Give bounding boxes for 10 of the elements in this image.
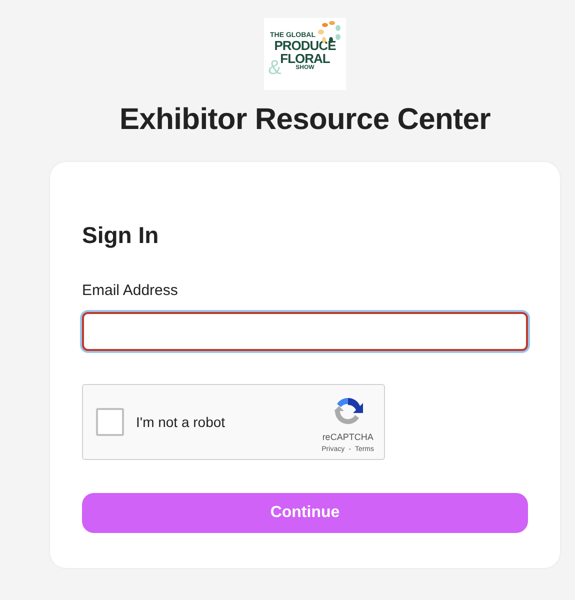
captcha-brand: reCAPTCHA [322, 431, 374, 444]
captcha-checkbox[interactable] [96, 408, 124, 436]
field-label: Email Address [82, 280, 179, 301]
page-title: Exhibitor Resource Center [118, 102, 492, 138]
captcha-label: I'm not a robot [136, 412, 226, 432]
form-title: Sign In [82, 222, 160, 250]
logo-text: & [268, 58, 282, 78]
email-field[interactable] [82, 312, 528, 352]
logo-text: FLORAL [280, 52, 331, 65]
logo-text: PRODUCE [273, 39, 337, 52]
